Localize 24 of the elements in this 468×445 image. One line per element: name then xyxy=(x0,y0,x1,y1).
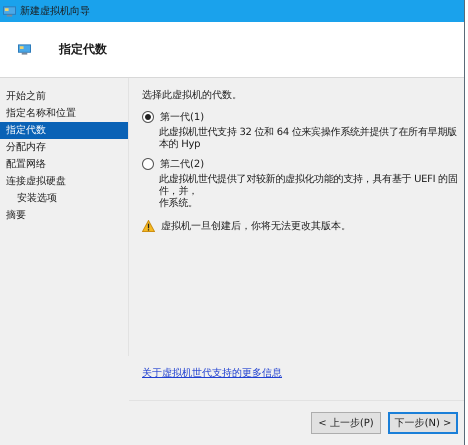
monitor-icon xyxy=(3,6,16,16)
monitor-icon xyxy=(18,44,31,55)
warning-text: 虚拟机一旦创建后，你将无法更改其版本。 xyxy=(161,220,351,233)
radio-button[interactable] xyxy=(142,111,154,123)
option-description: 此虚拟机世代提供了对较新的虚拟化功能的支持，具有基于 UEFI 的固件，并， 作系统。 xyxy=(159,174,458,210)
sidebar-item[interactable]: 安装选项 xyxy=(0,190,128,207)
prompt-text: 选择此虚拟机的代数。 xyxy=(142,88,243,103)
back-button[interactable]: < 上一步(P) xyxy=(311,412,381,434)
sidebar-item[interactable]: 指定代数 xyxy=(0,122,128,139)
radio-button[interactable] xyxy=(142,158,154,170)
info-link[interactable]: 关于虚拟机世代支持的更多信息 xyxy=(142,366,282,380)
next-button[interactable]: 下一步(N) > xyxy=(388,412,458,434)
sidebar-item[interactable]: 配置网络 xyxy=(0,156,128,173)
option-label[interactable]: 第二代(2) xyxy=(160,157,204,171)
option-description: 此虚拟机世代支持 32 位和 64 位来宾操作系统并提供了在所有早期版本的 Hyp xyxy=(159,127,458,151)
option-label[interactable]: 第一代(1) xyxy=(160,110,204,124)
sidebar-item[interactable]: 连接虚拟硬盘 xyxy=(0,173,128,190)
window-title: 新建虚拟机向导 xyxy=(20,4,90,18)
warning-icon xyxy=(142,220,155,232)
sidebar-item[interactable]: 摘要 xyxy=(0,207,128,224)
page-heading: 指定代数 xyxy=(59,41,107,58)
sidebar-item[interactable]: 指定名称和位置 xyxy=(0,105,128,122)
sidebar-item[interactable]: 开始之前 xyxy=(0,88,128,105)
sidebar-item[interactable]: 分配内存 xyxy=(0,139,128,156)
